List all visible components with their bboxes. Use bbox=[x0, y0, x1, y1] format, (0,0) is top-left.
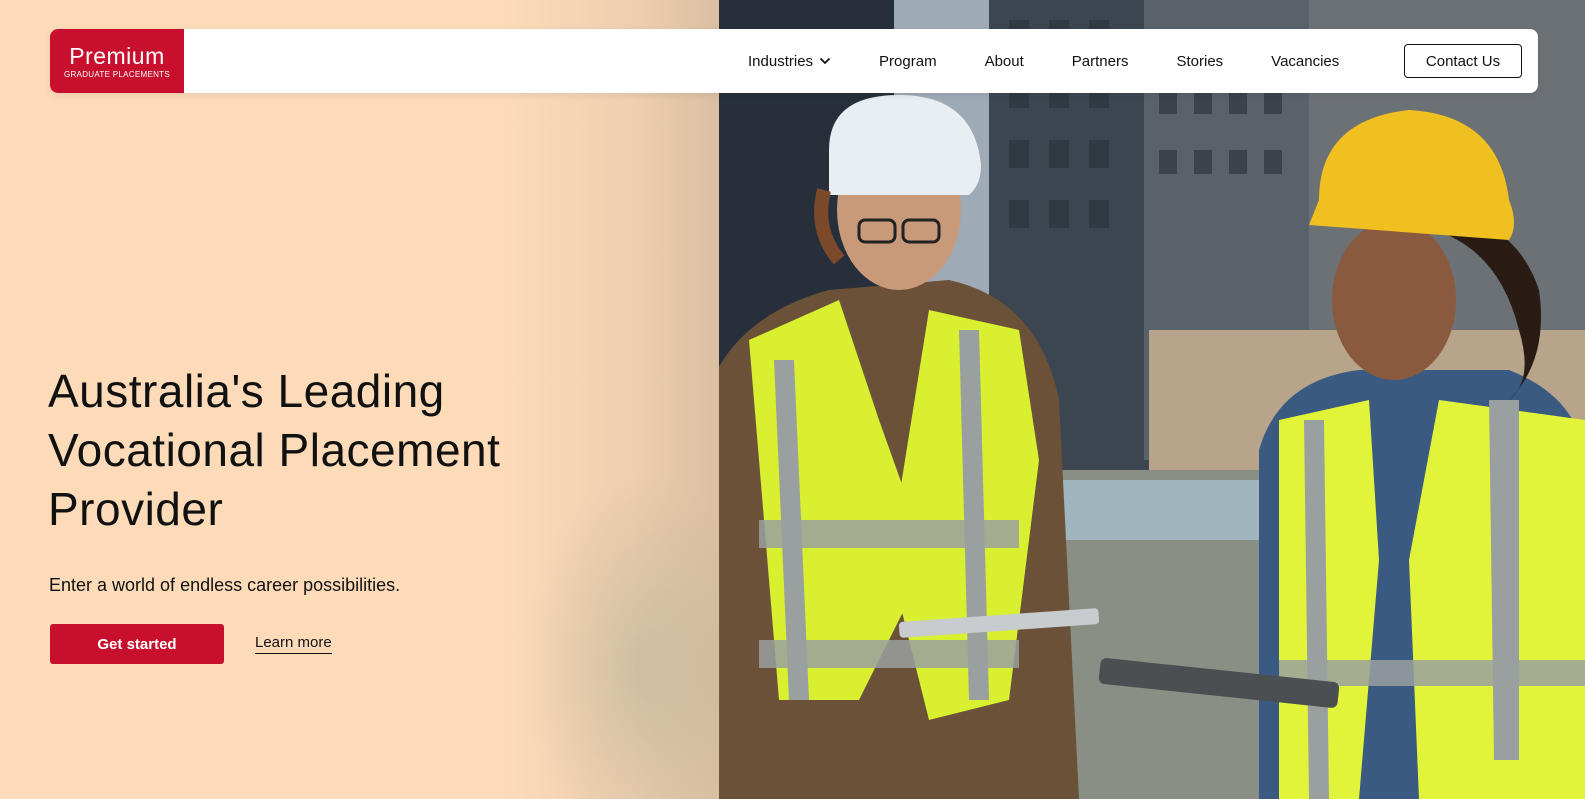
hero-subtitle: Enter a world of endless career possibil… bbox=[49, 575, 401, 595]
main-nav: Industries Program About Partners Storie… bbox=[748, 29, 1339, 93]
nav-item-program[interactable]: Program bbox=[879, 53, 937, 70]
hero-title: Australia's Leading Vocational Placement… bbox=[48, 365, 501, 535]
brand-logo-name: Premium bbox=[69, 42, 165, 69]
nav-item-label: About bbox=[984, 52, 1024, 70]
nav-item-label: Stories bbox=[1176, 52, 1224, 70]
nav-item-label: Program bbox=[879, 52, 937, 70]
get-started-button[interactable]: Get started bbox=[50, 624, 224, 664]
nav-item-vacancies[interactable]: Vacancies bbox=[1271, 53, 1339, 70]
brand-logo[interactable]: Premium GRADUATE PLACEMENTS bbox=[50, 29, 184, 93]
nav-item-label: Industries bbox=[748, 52, 814, 70]
learn-more-link[interactable]: Learn more bbox=[255, 634, 332, 654]
nav-item-stories[interactable]: Stories bbox=[1176, 53, 1223, 70]
page: Premium GRADUATE PLACEMENTS Industries P… bbox=[0, 0, 1585, 799]
contact-us-button[interactable]: Contact Us bbox=[1404, 44, 1522, 78]
nav-item-label: Vacancies bbox=[1271, 52, 1340, 70]
nav-item-label: Partners bbox=[1071, 52, 1129, 70]
nav-item-industries[interactable]: Industries bbox=[748, 53, 831, 70]
brand-logo-tagline: GRADUATE PLACEMENTS bbox=[63, 69, 170, 79]
nav-item-about[interactable]: About bbox=[985, 53, 1024, 70]
navbar: Premium GRADUATE PLACEMENTS Industries P… bbox=[50, 29, 1538, 93]
nav-item-partners[interactable]: Partners bbox=[1072, 53, 1129, 70]
chevron-down-icon bbox=[820, 58, 830, 64]
hero-image bbox=[719, 0, 1585, 799]
